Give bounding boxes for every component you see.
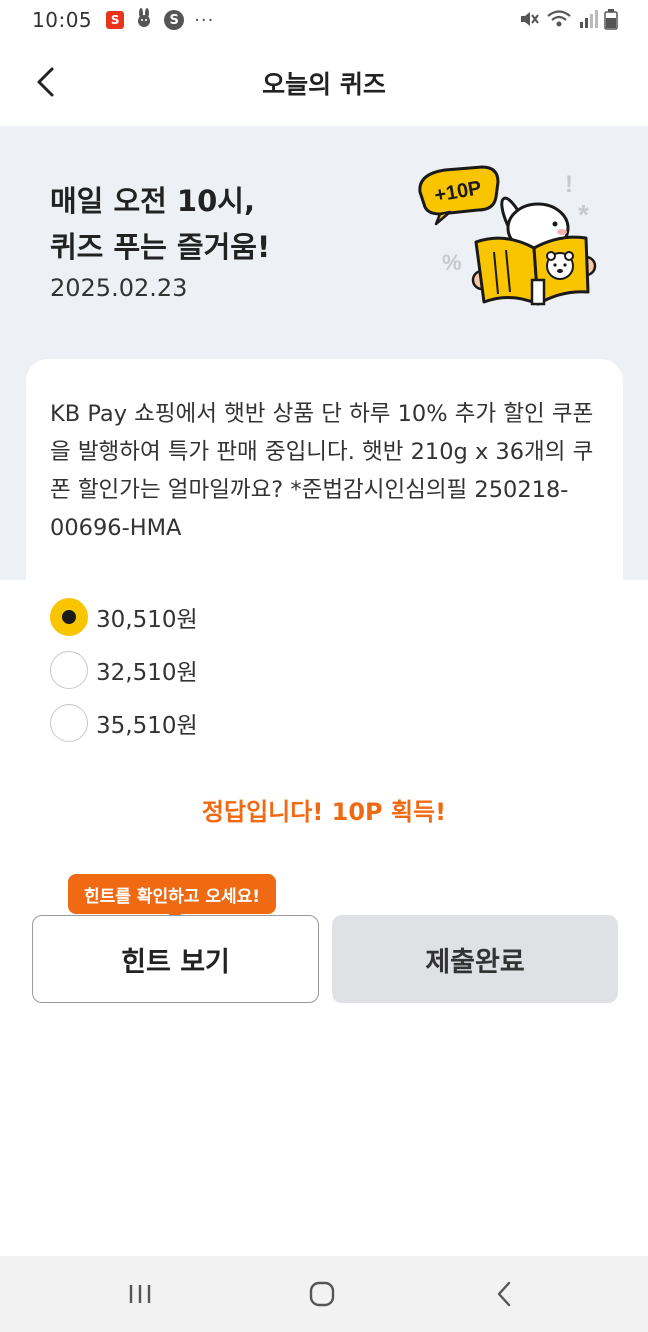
s-app-icon: S <box>164 10 185 30</box>
recents-icon <box>129 1285 151 1303</box>
hint-button[interactable]: 힌트 보기 <box>32 915 319 1003</box>
quiz-question: KB Pay 쇼핑에서 햇반 상품 단 하루 10% 추가 할인 쿠폰을 발행하… <box>50 401 594 541</box>
hint-tooltip: 힌트를 확인하고 오세요! <box>68 874 276 914</box>
status-bar: 10:05 S S ··· <box>0 0 648 40</box>
hero-title-line2: 퀴즈 푸는 즐거움! <box>50 230 271 264</box>
notification-icons: S S ··· <box>106 7 215 33</box>
app-notification-icon: S <box>106 11 125 29</box>
answer-option-3[interactable]: 35,510원 <box>50 696 198 749</box>
radio-button[interactable] <box>50 650 88 689</box>
answer-option-2[interactable]: 32,510원 <box>50 643 198 696</box>
result-message: 정답입니다! 10P 획득! <box>201 798 447 826</box>
more-notifications-icon: ··· <box>194 9 215 31</box>
wifi-icon <box>546 8 572 34</box>
answer-options: 30,510원 32,510원 35,510원 <box>50 590 198 749</box>
signal-icon <box>578 8 598 34</box>
submit-button[interactable]: 제출완료 <box>332 915 618 1003</box>
home-icon <box>309 1281 335 1307</box>
home-button[interactable] <box>292 1272 352 1316</box>
page-title: 오늘의 퀴즈 <box>262 70 386 99</box>
exclamation-deco: ! <box>565 171 573 198</box>
answer-option-label: 35,510원 <box>96 712 198 739</box>
points-badge: +10P <box>418 165 500 226</box>
chevron-left-icon <box>37 67 54 97</box>
radio-button-selected[interactable] <box>50 597 88 636</box>
reading-rabbit-illustration: +10P ! * % <box>418 165 597 306</box>
answer-option-label: 30,510원 <box>96 606 198 633</box>
percent-deco: % <box>442 250 462 275</box>
question-card: KB Pay 쇼핑에서 햇반 상품 단 하루 10% 추가 할인 쿠폰을 발행하… <box>26 359 623 599</box>
hero-title-line1: 매일 오전 10시, <box>50 184 255 218</box>
quiz-date: 2025.02.23 <box>50 274 188 302</box>
radio-button[interactable] <box>50 703 88 742</box>
hero-title: 매일 오전 10시, 퀴즈 푸는 즐거움! <box>50 178 270 270</box>
rabbit-app-icon <box>134 7 154 33</box>
app-header: 오늘의 퀴즈 <box>0 40 648 126</box>
back-button[interactable] <box>26 62 66 102</box>
answer-option-1[interactable]: 30,510원 <box>50 590 198 643</box>
battery-icon <box>604 8 618 34</box>
system-navigation-bar <box>0 1256 648 1332</box>
answer-option-label: 32,510원 <box>96 659 198 686</box>
mute-icon <box>518 8 540 34</box>
system-icons <box>518 8 618 34</box>
back-icon <box>497 1281 511 1307</box>
nav-back-button[interactable] <box>474 1272 534 1316</box>
recents-button[interactable] <box>110 1272 170 1316</box>
status-time: 10:05 <box>32 8 93 32</box>
asterisk-deco: * <box>578 199 589 230</box>
